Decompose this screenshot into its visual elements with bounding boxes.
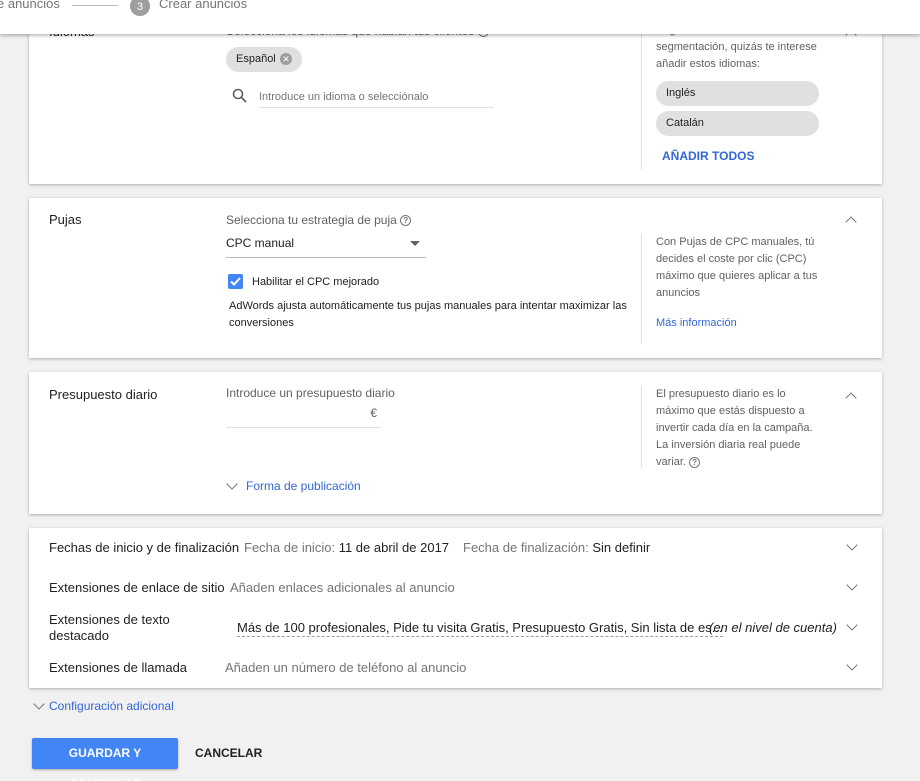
step-current-label: Crear anuncios: [159, 0, 248, 11]
language-search-input[interactable]: [259, 86, 494, 108]
collapse-bidding-icon[interactable]: [845, 216, 857, 228]
cancel-button[interactable]: CANCELAR: [195, 738, 262, 769]
bidding-side-text: Con Pujas de CPC manuales, tú decides el…: [656, 236, 818, 299]
stepper-bar: e anuncios 3 Crear anuncios: [0, 0, 920, 34]
callouts-row[interactable]: Extensiones de texto destacado Más de 10…: [49, 608, 869, 648]
strategy-value: CPC manual: [226, 236, 295, 250]
delivery-chevron-icon[interactable]: [226, 478, 238, 490]
languages-card: Idiomas Selecciona los idiomas que habla…: [29, 20, 882, 184]
additional-settings-chevron-icon[interactable]: [33, 698, 45, 710]
suggestion-chip-ingles[interactable]: Inglés: [656, 81, 819, 106]
search-icon: [232, 88, 247, 103]
enhanced-cpc-label[interactable]: Habilitar el CPC mejorado: [252, 276, 379, 288]
side-divider: [641, 386, 642, 468]
bidding-title: Pujas: [49, 212, 82, 227]
budget-card: Presupuesto diario Introduce un presupue…: [29, 372, 882, 514]
more-info-link[interactable]: Más información: [656, 317, 737, 329]
dates-title: Fechas de inicio y de finalización: [49, 540, 240, 555]
sitelinks-value: Añaden enlaces adicionales al anuncio: [230, 580, 455, 595]
side-divider: [641, 234, 642, 344]
suggestion-chip-catalan[interactable]: Catalán: [656, 111, 819, 136]
collapse-budget-icon[interactable]: [845, 392, 857, 404]
remove-chip-icon[interactable]: ✕: [280, 53, 292, 65]
end-date: Fecha de finalización: Sin definir: [463, 540, 651, 555]
budget-title: Presupuesto diario: [49, 387, 158, 402]
step-number-badge: 3: [130, 0, 150, 16]
step-prev-label[interactable]: e anuncios: [0, 0, 60, 11]
bidding-description: AdWords ajusta automáticamente tus pujas…: [229, 300, 627, 329]
help-icon[interactable]: ?: [400, 215, 412, 227]
expand-sitelinks-icon[interactable]: [846, 579, 858, 591]
add-all-button[interactable]: AÑADIR TODOS: [662, 149, 754, 163]
expand-calls-icon[interactable]: [846, 659, 858, 671]
bidding-strategy-select[interactable]: CPC manual: [226, 234, 426, 258]
side-divider: [641, 20, 642, 170]
start-date: Fecha de inicio: 11 de abril de 2017: [244, 540, 450, 555]
expand-callouts-icon[interactable]: [846, 619, 858, 631]
callouts-title: Extensiones de texto destacado: [49, 612, 170, 643]
stepper-connector: [72, 5, 118, 6]
checkbox-checked-icon[interactable]: [228, 274, 243, 289]
budget-side-text: El presupuesto diario es lo máximo que e…: [656, 388, 813, 468]
chip-label: Español: [236, 53, 276, 65]
callouts-value: Más de 100 profesionales, Pide tu visita…: [237, 620, 723, 637]
bidding-card: Pujas Selecciona tu estrategia de puja ?…: [29, 198, 882, 358]
help-icon[interactable]: ?: [689, 456, 701, 468]
expand-dates-icon[interactable]: [846, 539, 858, 551]
calls-row[interactable]: Extensiones de llamada Añaden un número …: [49, 648, 869, 688]
dates-row[interactable]: Fechas de inicio y de finalización Fecha…: [49, 528, 869, 568]
budget-placeholder: Introduce un presupuesto diario: [226, 386, 395, 400]
selected-language-chip[interactable]: Español ✕: [226, 47, 302, 72]
save-continue-button[interactable]: GUARDAR Y CONTINUAR: [32, 738, 178, 781]
settings-card: Fechas de inicio y de finalización Fecha…: [29, 528, 882, 688]
callouts-level: (en el nivel de cuenta): [709, 620, 837, 635]
sitelinks-title: Extensiones de enlace de sitio: [49, 580, 225, 595]
sitelinks-row[interactable]: Extensiones de enlace de sitio Añaden en…: [49, 568, 869, 608]
dropdown-arrow-icon: [410, 241, 420, 246]
calls-value: Añaden un número de teléfono al anuncio: [225, 660, 467, 675]
suggestion-label: Catalán: [666, 117, 704, 129]
additional-settings-link[interactable]: Configuración adicional: [49, 699, 174, 713]
bidding-field-label: Selecciona tu estrategia de puja ?: [226, 213, 412, 227]
budget-input[interactable]: Introduce un presupuesto diario €: [226, 386, 395, 428]
currency-symbol: €: [370, 406, 377, 420]
delivery-method-link[interactable]: Forma de publicación: [246, 479, 361, 493]
suggestion-label: Inglés: [666, 87, 696, 99]
calls-title: Extensiones de llamada: [49, 660, 188, 675]
